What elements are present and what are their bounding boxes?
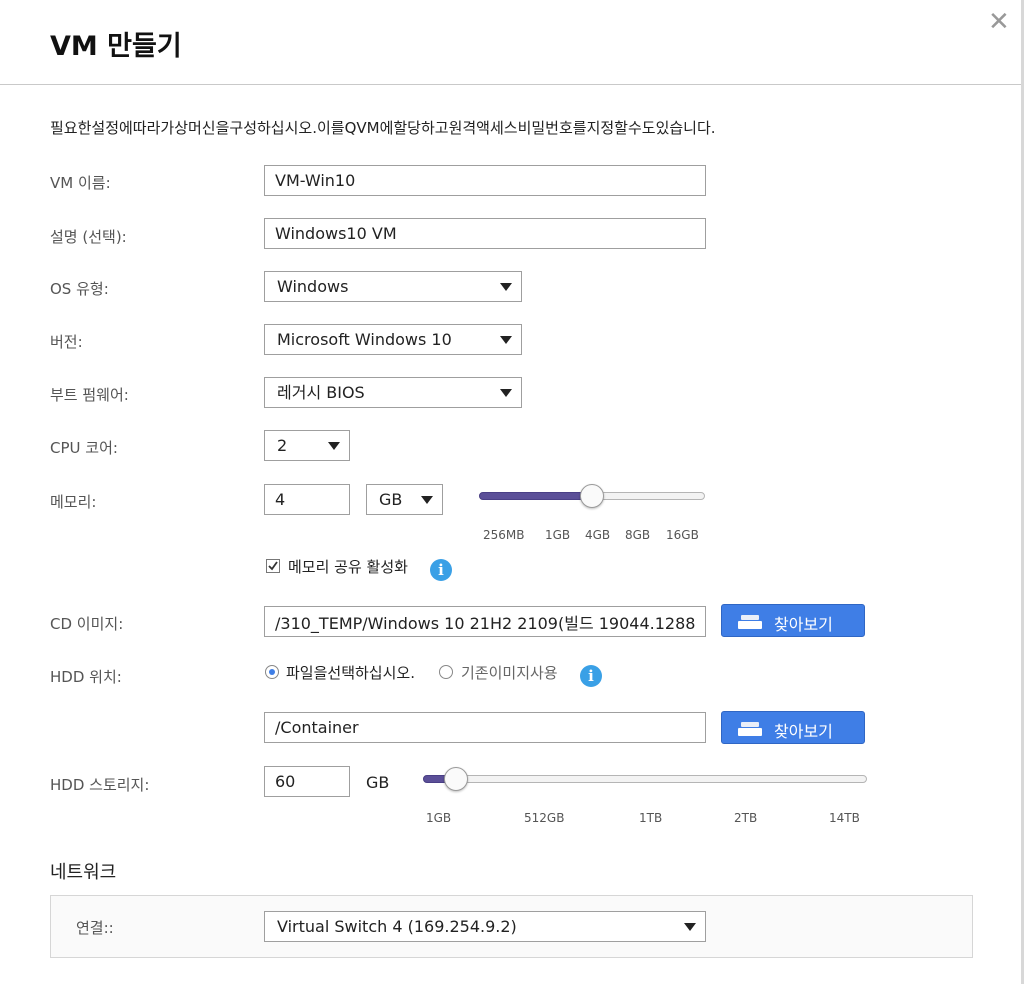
vm-name-input[interactable] <box>264 165 706 196</box>
boot-firmware-select[interactable]: 레거시 BIOS <box>264 377 522 408</box>
hdd-path-input[interactable] <box>264 712 706 743</box>
connection-select[interactable]: Virtual Switch 4 (169.254.9.2) <box>264 911 706 942</box>
check-icon <box>268 561 278 571</box>
version-label: 버전: <box>50 333 83 351</box>
cpu-cores-value: 2 <box>277 436 288 455</box>
dialog-header: VM 만들기 <box>0 0 1021 85</box>
memory-slider-knob[interactable] <box>580 484 604 508</box>
memory-slider[interactable] <box>479 483 705 509</box>
boot-firmware-value: 레거시 BIOS <box>277 383 365 402</box>
hdd-tick: 14TB <box>829 811 860 825</box>
hdd-select-file-radio[interactable] <box>265 665 279 679</box>
network-section-title: 네트워크 <box>50 862 117 883</box>
close-icon[interactable]: ✕ <box>988 8 1010 36</box>
os-type-label: OS 유형: <box>50 280 109 298</box>
description-input[interactable] <box>264 218 706 249</box>
hdd-existing-image-label: 기존이미지사용 <box>461 664 558 682</box>
hdd-select-file-label: 파일을선택하십시오. <box>286 664 415 682</box>
chevron-down-icon <box>328 442 340 450</box>
vm-name-label: VM 이름: <box>50 174 111 192</box>
cpu-cores-select[interactable]: 2 <box>264 430 350 461</box>
memory-tick: 1GB <box>545 528 571 542</box>
memory-slider-fill <box>479 492 592 500</box>
hdd-storage-unit: GB <box>366 773 390 792</box>
hdd-tick: 512GB <box>524 811 565 825</box>
hdd-browse-label: 찾아보기 <box>774 722 833 741</box>
hdd-storage-slider[interactable] <box>423 766 867 792</box>
intro-text: 필요한설정에따라가상머신을구성하십시오.이를QVM에할당하고원격액세스비밀번호를… <box>50 119 716 137</box>
hdd-tick: 1GB <box>426 811 452 825</box>
network-panel: 연결:: Virtual Switch 4 (169.254.9.2) <box>50 895 973 958</box>
memory-unit-select[interactable]: GB <box>366 484 443 515</box>
memory-unit-value: GB <box>379 490 403 509</box>
memory-tick: 8GB <box>625 528 651 542</box>
info-icon[interactable]: i <box>430 559 452 581</box>
cd-browse-label: 찾아보기 <box>774 615 833 634</box>
hdd-existing-image-radio[interactable] <box>439 665 453 679</box>
memory-label: 메모리: <box>50 493 97 511</box>
description-label: 설명 (선택): <box>50 228 127 246</box>
cd-browse-button[interactable]: 찾아보기 <box>721 604 865 637</box>
boot-firmware-label: 부트 펌웨어: <box>50 386 129 404</box>
chevron-down-icon <box>500 336 512 344</box>
memory-tick: 16GB <box>666 528 699 542</box>
info-icon[interactable]: i <box>580 665 602 687</box>
chevron-down-icon <box>500 283 512 291</box>
memory-tick: 256MB <box>483 528 525 542</box>
hdd-tick: 2TB <box>734 811 758 825</box>
os-type-value: Windows <box>277 277 349 296</box>
cd-image-label: CD 이미지: <box>50 615 124 633</box>
hdd-slider-knob[interactable] <box>444 767 468 791</box>
drive-icon <box>738 722 762 736</box>
memory-tick: 4GB <box>585 528 611 542</box>
memory-input[interactable] <box>264 484 350 515</box>
memory-sharing-label: 메모리 공유 활성화 <box>288 558 408 576</box>
hdd-slider-track <box>423 775 867 783</box>
cd-image-input[interactable] <box>264 606 706 637</box>
cpu-cores-label: CPU 코어: <box>50 439 118 457</box>
hdd-location-label: HDD 위치: <box>50 668 122 686</box>
version-select[interactable]: Microsoft Windows 10 <box>264 324 522 355</box>
memory-sharing-checkbox[interactable] <box>266 559 280 573</box>
hdd-storage-input[interactable] <box>264 766 350 797</box>
version-value: Microsoft Windows 10 <box>277 330 452 349</box>
hdd-tick: 1TB <box>639 811 663 825</box>
chevron-down-icon <box>500 389 512 397</box>
hdd-browse-button[interactable]: 찾아보기 <box>721 711 865 744</box>
dialog-title: VM 만들기 <box>50 31 182 62</box>
connection-value: Virtual Switch 4 (169.254.9.2) <box>277 917 517 936</box>
chevron-down-icon <box>421 496 433 504</box>
hdd-storage-label: HDD 스토리지: <box>50 776 150 794</box>
chevron-down-icon <box>684 923 696 931</box>
os-type-select[interactable]: Windows <box>264 271 522 302</box>
drive-icon <box>738 615 762 629</box>
connection-label: 연결:: <box>76 919 114 937</box>
